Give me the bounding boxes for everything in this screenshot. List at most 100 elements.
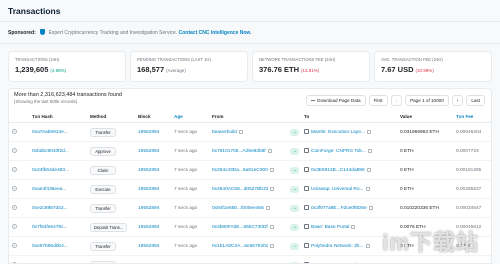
copy-icon[interactable]: [270, 243, 275, 248]
txn-fee-cell: 0.00181285: [453, 160, 491, 180]
eye-icon[interactable]: [12, 204, 17, 210]
stat-change: (4.95%): [50, 68, 67, 73]
copy-icon[interactable]: [366, 168, 371, 172]
from-cell[interactable]: 0x254c43Da...9a81eC000: [209, 160, 287, 180]
download-page-data-button[interactable]: Download Page Data: [306, 95, 366, 106]
copy-icon[interactable]: [366, 130, 371, 134]
to-address-link[interactable]: Base: Base Portal: [311, 225, 349, 230]
to-cell[interactable]: 0x3E5913B...C144da896: [301, 160, 397, 180]
eye-icon[interactable]: [12, 128, 17, 134]
row-detail-cell[interactable]: [9, 217, 29, 237]
to-address-link[interactable]: 0x3f977a8E...Fdce0f6D6e: [311, 206, 367, 211]
to-cell[interactable]: CoinForge: CNFRG Tok...: [301, 141, 397, 161]
txn-hash-link[interactable]: 0xbd5c9040f2d...: [32, 149, 69, 154]
txn-hash-cell[interactable]: 0x24fb64de483...: [29, 160, 87, 180]
to-address-link[interactable]: CoinForge: CNFRG Tok...: [311, 149, 366, 154]
block-cell[interactable]: 19552894: [135, 160, 171, 180]
block-link[interactable]: 19552894: [138, 244, 159, 249]
copy-icon[interactable]: [270, 186, 275, 191]
from-cell[interactable]: 0x9645FD0c...cDE99c90c: [209, 255, 287, 263]
from-address-link[interactable]: beaverbuild: [212, 130, 237, 135]
row-detail-cell[interactable]: [9, 141, 29, 161]
from-address-link[interactable]: 0x254c43Da...9a81eC000: [212, 168, 268, 173]
eye-icon[interactable]: [12, 147, 17, 153]
txn-hash-link[interactable]: 0xe57b96d0b4...: [32, 244, 68, 249]
txn-hash-cell[interactable]: 0xa7eab6913e...: [29, 122, 87, 142]
prev-page-button[interactable]: ‹: [390, 95, 403, 106]
txn-hash-cell[interactable]: 0xae4f435eea...: [29, 179, 87, 199]
from-cell[interactable]: 0x84f1e680...f000ee466: [209, 198, 287, 218]
block-link[interactable]: 19552894: [138, 187, 159, 192]
copy-icon[interactable]: [238, 129, 243, 134]
to-address-link[interactable]: Mantle: Execution Laye...: [311, 130, 365, 135]
next-page-button[interactable]: ›: [451, 95, 464, 106]
block-link[interactable]: 19552894: [138, 225, 159, 230]
col-age-header[interactable]: Age: [171, 111, 209, 123]
block-link[interactable]: 19552894: [138, 206, 159, 211]
eye-icon[interactable]: [12, 223, 17, 229]
eye-icon[interactable]: [12, 166, 17, 172]
copy-icon[interactable]: [368, 206, 373, 210]
row-detail-cell[interactable]: [9, 198, 29, 218]
copy-icon[interactable]: [365, 187, 370, 191]
copy-icon[interactable]: [269, 167, 274, 172]
sponsored-cta-link[interactable]: Contact CNC Intelligence Now.: [179, 30, 252, 36]
from-cell[interactable]: 0x79101706...A28e83b8f: [209, 141, 287, 161]
stats-row: TRANSACTIONS (24H) 1,239,605 (4.95%) PEND…: [8, 51, 492, 82]
to-address-link[interactable]: 0x3E5913B...C144da896: [311, 168, 365, 173]
block-cell[interactable]: 19552894: [135, 217, 171, 237]
method-cell: Claim: [87, 160, 135, 180]
eye-icon[interactable]: [12, 242, 17, 248]
from-cell[interactable]: 0x3b80FA0E...665C730Df: [209, 217, 287, 237]
block-link[interactable]: 19552894: [138, 168, 159, 173]
copy-icon[interactable]: [351, 225, 356, 229]
to-cell[interactable]: 0x3f977a8E...Fdce0f6D6e: [301, 198, 397, 218]
stat-value: 168,577 (Average): [137, 65, 186, 74]
txn-hash-cell[interactable]: 0x63e9714758...: [29, 255, 87, 263]
age-cell: 7 secs ago: [171, 179, 209, 199]
txn-hash-link[interactable]: 0xa7eab6913e...: [32, 130, 68, 135]
block-link[interactable]: 19552894: [138, 130, 159, 135]
from-cell[interactable]: 0x4540AC68...d0527Bb33: [209, 179, 287, 199]
last-page-button[interactable]: Last: [466, 95, 485, 106]
from-address-link[interactable]: 0x79101706...A28e83b8f: [212, 149, 266, 154]
copy-icon[interactable]: [367, 149, 372, 153]
row-detail-cell[interactable]: [9, 179, 29, 199]
txn-fee-cell: 0.00046204: [453, 122, 491, 142]
block-cell[interactable]: 19552894: [135, 198, 171, 218]
block-cell[interactable]: 19552894: [135, 141, 171, 161]
txn-hash-link[interactable]: 0x24fb64de483...: [32, 168, 69, 173]
copy-icon[interactable]: [265, 205, 270, 210]
from-address-link[interactable]: 0x84f1e680...f000ee466: [212, 206, 264, 211]
block-cell[interactable]: 19552894: [135, 179, 171, 199]
eye-icon[interactable]: [12, 185, 17, 191]
from-address-link[interactable]: 0x1b1A0C3A...6e5575301: [212, 244, 268, 249]
txn-hash-cell[interactable]: 0xe2c8987d43...: [29, 198, 87, 218]
block-cell[interactable]: 19552894: [135, 236, 171, 256]
from-cell[interactable]: beaverbuild: [209, 122, 287, 142]
txn-hash-cell[interactable]: 0xe57b96d0b4...: [29, 236, 87, 256]
from-cell[interactable]: 0x1b1A0C3A...6e5575301: [209, 236, 287, 256]
to-cell[interactable]: Uniswap: Universal Ro...: [301, 179, 397, 199]
txn-hash-link[interactable]: 0x7f84fe6479c...: [32, 225, 67, 230]
row-detail-cell[interactable]: [9, 236, 29, 256]
first-page-button[interactable]: First: [368, 95, 388, 106]
row-detail-cell[interactable]: [9, 122, 29, 142]
to-cell[interactable]: Mantle: Execution Laye...: [301, 122, 397, 142]
row-detail-cell[interactable]: [9, 255, 29, 263]
to-address-link[interactable]: Uniswap: Universal Ro...: [311, 187, 364, 192]
from-address-link[interactable]: 0x4540AC68...d0527Bb33: [212, 187, 268, 192]
block-cell[interactable]: 19552894: [135, 255, 171, 263]
block-cell[interactable]: 19552894: [135, 122, 171, 142]
txn-hash-link[interactable]: 0xae4f435eea...: [32, 187, 66, 192]
copy-icon[interactable]: [269, 224, 274, 229]
copy-icon[interactable]: [267, 148, 272, 153]
txn-hash-cell[interactable]: 0xbd5c9040f2d...: [29, 141, 87, 161]
col-txn-fee-header[interactable]: Txn Fee: [453, 111, 491, 123]
row-detail-cell[interactable]: [9, 160, 29, 180]
block-link[interactable]: 19552894: [138, 149, 159, 154]
from-address-link[interactable]: 0x3b80FA0E...665C730Df: [212, 225, 268, 230]
txn-hash-cell[interactable]: 0x7f84fe6479c...: [29, 217, 87, 237]
to-address-link[interactable]: Polyhedra Network: Zk...: [311, 244, 364, 249]
txn-hash-link[interactable]: 0xe2c8987d43...: [32, 206, 67, 211]
